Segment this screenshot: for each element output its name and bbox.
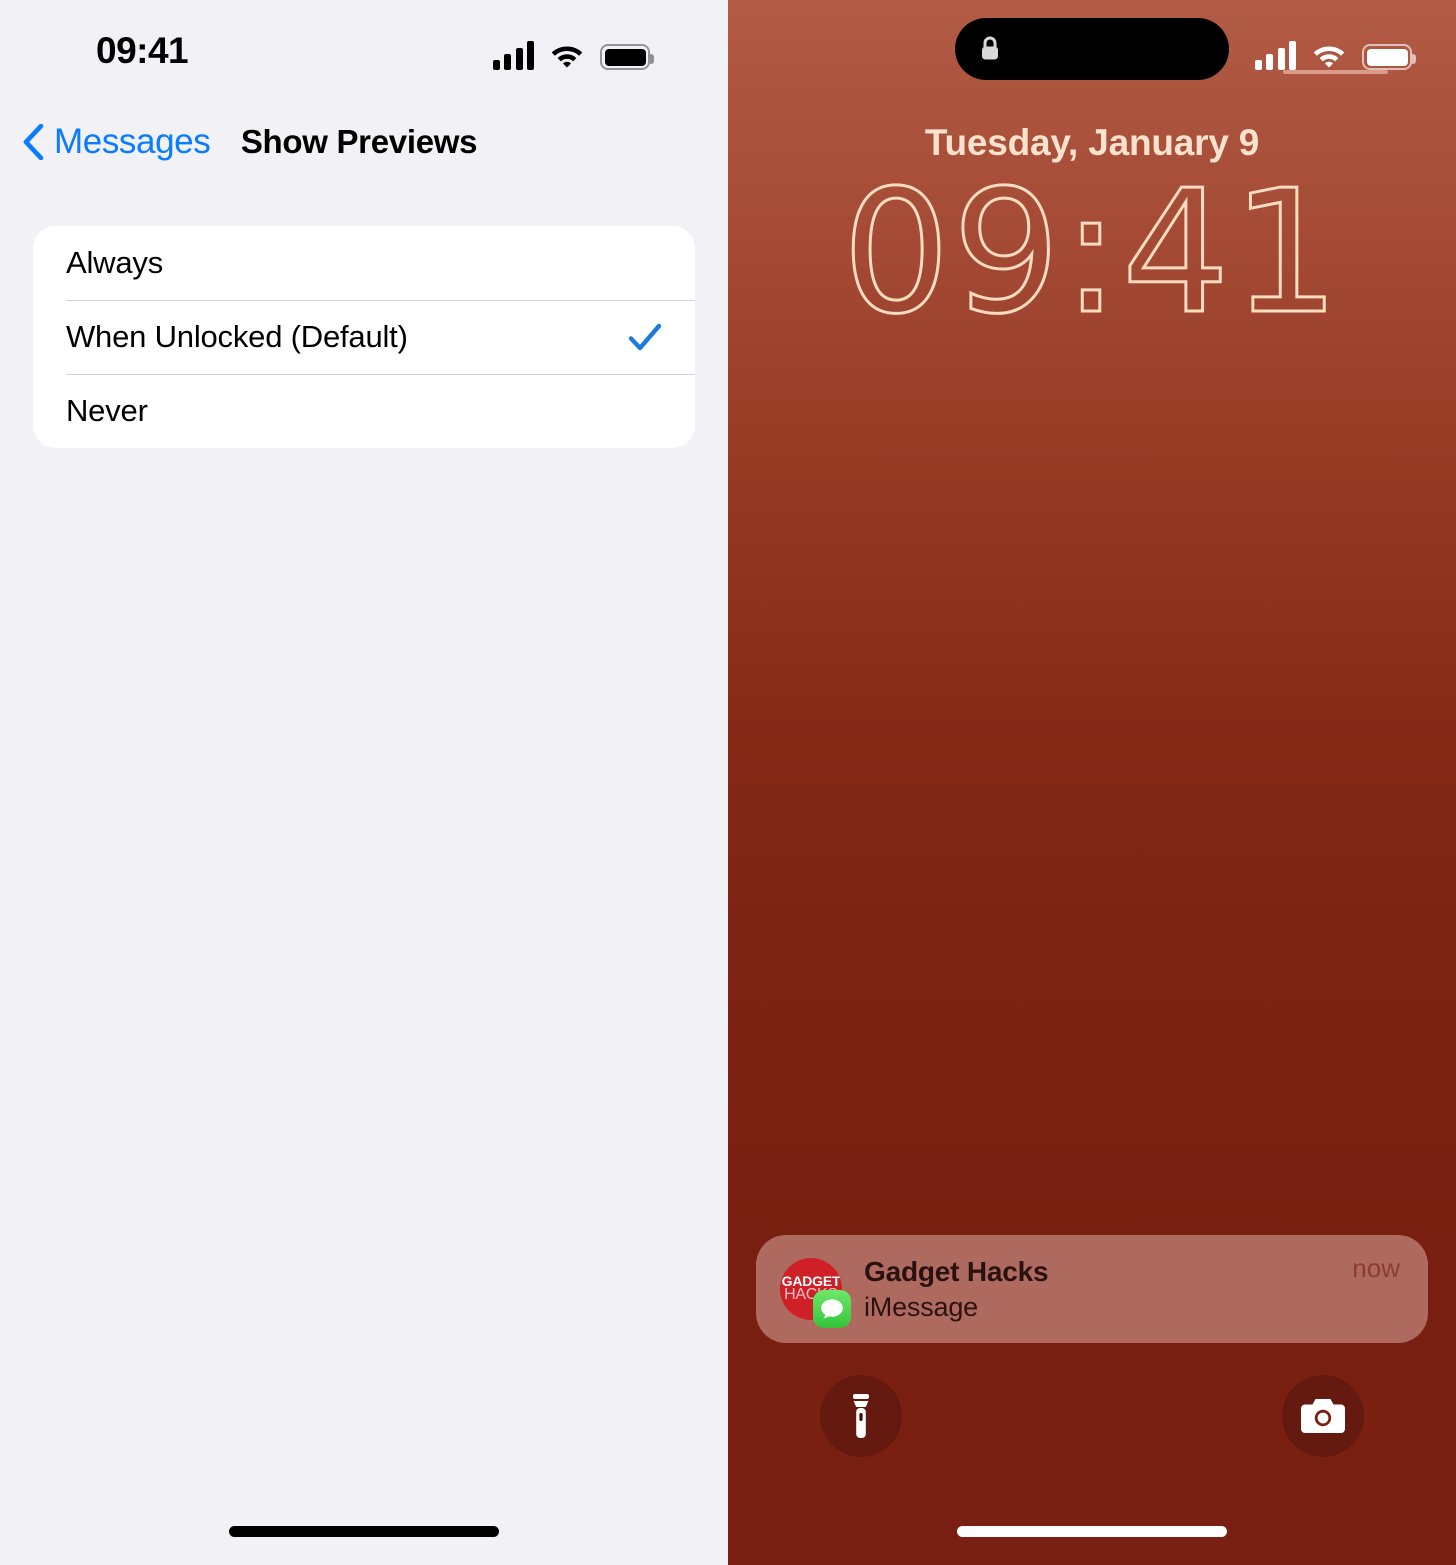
show-previews-options-group: Always When Unlocked (Default) Never xyxy=(33,226,695,448)
messages-app-icon xyxy=(813,1290,851,1328)
status-bar-time: 09:41 xyxy=(96,30,189,71)
status-bar-indicators xyxy=(492,28,654,70)
notification-timestamp: now xyxy=(1352,1253,1400,1283)
status-bar-underline xyxy=(1283,70,1388,74)
lock-icon xyxy=(977,33,1003,65)
flashlight-button[interactable] xyxy=(820,1375,902,1457)
lock-status-bar xyxy=(728,0,1456,100)
battery-icon xyxy=(1362,44,1416,70)
wifi-icon xyxy=(548,40,586,70)
lock-screen-clock: 09:41 xyxy=(841,154,1342,352)
camera-button[interactable] xyxy=(1282,1375,1364,1457)
settings-nav-bar: Messages Show Previews xyxy=(0,96,728,188)
cellular-bars-icon xyxy=(492,40,534,70)
camera-icon xyxy=(1300,1397,1346,1435)
option-row-never[interactable]: Never xyxy=(33,374,695,448)
option-row-always[interactable]: Always xyxy=(33,226,695,300)
chevron-left-icon xyxy=(22,124,44,160)
lock-screen: Tuesday, January 9 09:41 GADGET HACKS Ga… xyxy=(728,0,1456,1565)
back-button[interactable]: Messages xyxy=(22,96,211,188)
cellular-bars-icon xyxy=(1254,40,1296,70)
wifi-icon xyxy=(1310,40,1348,70)
notification-title: Gadget Hacks xyxy=(864,1255,1049,1287)
option-label: Always xyxy=(66,245,163,280)
dynamic-island[interactable] xyxy=(955,18,1229,80)
notification-text: Gadget Hacks iMessage xyxy=(864,1255,1049,1323)
lock-status-indicators xyxy=(1254,30,1416,70)
notification-subtitle: iMessage xyxy=(864,1291,978,1322)
back-button-label: Messages xyxy=(54,122,211,161)
option-label: Never xyxy=(66,393,148,428)
option-label: When Unlocked (Default) xyxy=(66,319,408,354)
home-indicator[interactable] xyxy=(957,1526,1227,1537)
flashlight-icon xyxy=(850,1394,872,1438)
battery-icon xyxy=(600,44,654,70)
avatar: GADGET HACKS xyxy=(780,1258,851,1328)
notification-banner[interactable]: GADGET HACKS Gadget Hacks iMessage now xyxy=(756,1235,1428,1343)
option-row-when-unlocked[interactable]: When Unlocked (Default) xyxy=(33,300,695,374)
home-indicator[interactable] xyxy=(229,1526,499,1537)
settings-screen: 09:41 Messages Show Previews Always When… xyxy=(0,0,728,1565)
settings-status-bar: 09:41 xyxy=(0,0,728,96)
checkmark-icon xyxy=(628,320,662,354)
